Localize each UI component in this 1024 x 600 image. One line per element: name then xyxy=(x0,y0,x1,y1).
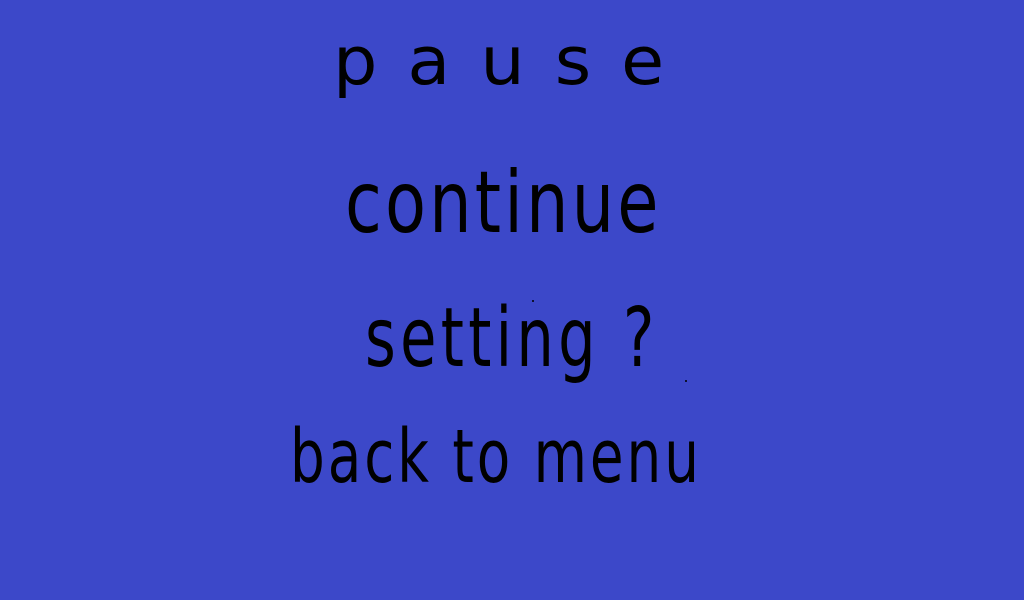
settings-button[interactable]: setting ? xyxy=(365,298,659,380)
continue-button[interactable]: continue xyxy=(345,160,662,246)
pause-title: pause xyxy=(333,22,695,101)
pause-screen: pause continue setting ? back to menu xyxy=(0,0,1024,600)
stray-pen-mark xyxy=(532,300,534,302)
stray-pen-mark xyxy=(685,380,687,382)
back-to-menu-button[interactable]: back to menu xyxy=(290,420,702,494)
